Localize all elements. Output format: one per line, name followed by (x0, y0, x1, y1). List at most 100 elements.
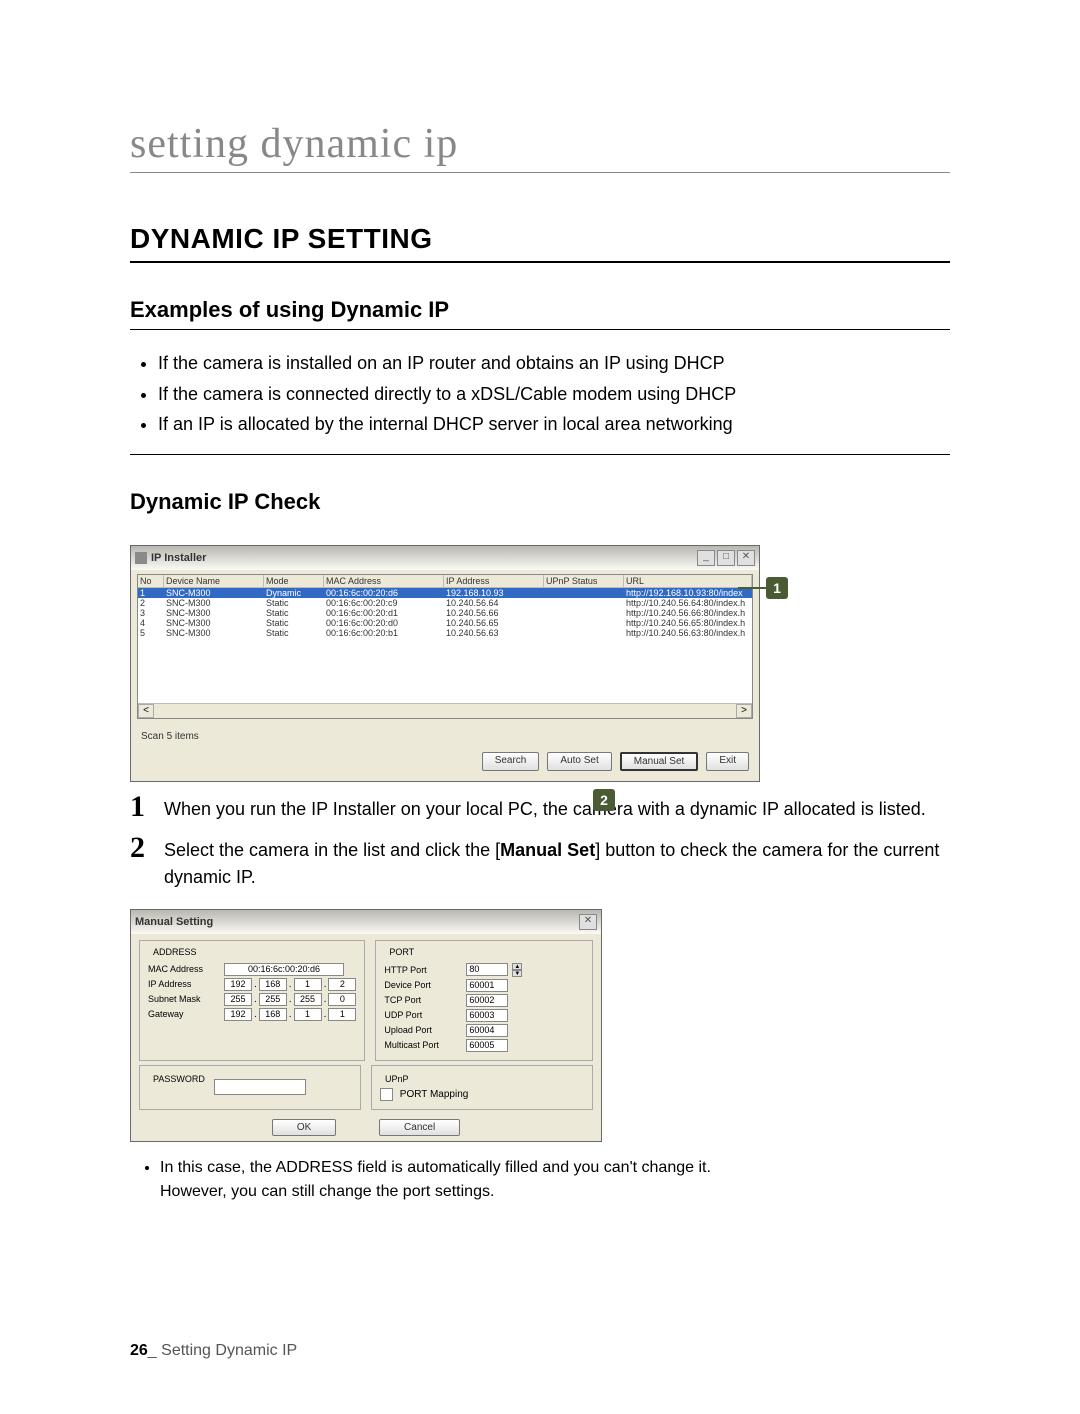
cell-url: http://10.240.56.66:80/index.h (624, 608, 752, 618)
cell-mode: Static (264, 598, 324, 608)
device-port-input[interactable]: 60001 (466, 979, 508, 992)
cell-no: 1 (138, 588, 164, 598)
horizontal-scrollbar[interactable]: < > (138, 703, 752, 718)
col-no[interactable]: No (138, 575, 164, 588)
exit-button[interactable]: Exit (706, 752, 749, 771)
gateway-label: Gateway (148, 1009, 220, 1019)
cell-name: SNC-M300 (164, 598, 264, 608)
udp-port-input[interactable]: 60003 (466, 1009, 508, 1022)
close-icon[interactable]: ✕ (737, 550, 755, 566)
window-title: IP Installer (151, 552, 206, 564)
page-footer: 26_ Setting Dynamic IP (130, 1342, 297, 1360)
port-mapping-checkbox[interactable]: PORT Mapping (380, 1088, 584, 1101)
multicast-port-label: Multicast Port (384, 1040, 462, 1050)
cell-url: http://192.168.10.93:80/index (624, 588, 752, 598)
dynamic-check-heading: Dynamic IP Check (130, 489, 950, 521)
spinner-icon[interactable]: ▲▼ (512, 963, 522, 977)
example-1: If the camera is installed on an IP rout… (158, 348, 950, 379)
search-button[interactable]: Search (482, 752, 540, 771)
http-port-label: HTTP Port (384, 965, 462, 975)
page-number: 26 (130, 1342, 148, 1359)
mac-label: MAC Address (148, 964, 220, 974)
ip-seg[interactable]: 2 (328, 978, 356, 991)
table-row[interactable]: 1 SNC-M300 Dynamic 00:16:6c:00:20:d6 192… (138, 588, 752, 598)
cell-mode: Static (264, 608, 324, 618)
subnet-seg[interactable]: 255 (259, 993, 287, 1006)
cell-no: 2 (138, 598, 164, 608)
close-icon[interactable]: ✕ (579, 914, 597, 930)
cell-url: http://10.240.56.65:80/index.h (624, 618, 752, 628)
app-icon (135, 552, 147, 564)
ip-seg[interactable]: 1 (294, 978, 322, 991)
upload-port-input[interactable]: 60004 (466, 1024, 508, 1037)
auto-set-button[interactable]: Auto Set (547, 752, 611, 771)
manual-set-button[interactable]: Manual Set (620, 752, 699, 771)
callout-badge-2: 2 (593, 789, 615, 811)
scroll-right-icon[interactable]: > (736, 704, 752, 718)
cancel-button[interactable]: Cancel (379, 1119, 460, 1136)
port-mapping-label: PORT Mapping (400, 1089, 469, 1100)
cell-upnp (544, 598, 624, 608)
cell-url: http://10.240.56.64:80/index.h (624, 598, 752, 608)
subnet-seg[interactable]: 255 (294, 993, 322, 1006)
subnet-seg[interactable]: 0 (328, 993, 356, 1006)
cell-name: SNC-M300 (164, 608, 264, 618)
subnet-label: Subnet Mask (148, 994, 220, 1004)
cell-name: SNC-M300 (164, 618, 264, 628)
ip-seg[interactable]: 168 (259, 978, 287, 991)
gateway-seg[interactable]: 192 (224, 1008, 252, 1021)
cell-ip: 10.240.56.63 (444, 628, 544, 638)
minimize-icon[interactable]: _ (697, 550, 715, 566)
cell-ip: 10.240.56.64 (444, 598, 544, 608)
cell-no: 5 (138, 628, 164, 638)
tcp-port-input[interactable]: 60002 (466, 994, 508, 1007)
port-legend: PORT (386, 947, 417, 957)
ok-button[interactable]: OK (272, 1119, 336, 1136)
table-row[interactable]: 3 SNC-M300 Static 00:16:6c:00:20:d1 10.2… (138, 608, 752, 618)
table-row[interactable]: 5 SNC-M300 Static 00:16:6c:00:20:b1 10.2… (138, 628, 752, 638)
titlebar[interactable]: IP Installer _ □ ✕ (131, 546, 759, 570)
table-row[interactable]: 2 SNC-M300 Static 00:16:6c:00:20:c9 10.2… (138, 598, 752, 608)
password-input[interactable] (214, 1079, 306, 1095)
scroll-left-icon[interactable]: < (138, 704, 154, 718)
col-upnp[interactable]: UPnP Status (544, 575, 624, 588)
cell-upnp (544, 618, 624, 628)
examples-list: If the camera is installed on an IP rout… (130, 344, 950, 455)
manual-setting-titlebar[interactable]: Manual Setting ✕ (131, 910, 601, 934)
col-device-name[interactable]: Device Name (164, 575, 264, 588)
gateway-seg[interactable]: 168 (259, 1008, 287, 1021)
table-row[interactable]: 4 SNC-M300 Static 00:16:6c:00:20:d0 10.2… (138, 618, 752, 628)
subnet-seg[interactable]: 255 (224, 993, 252, 1006)
cell-ip: 10.240.56.65 (444, 618, 544, 628)
col-ip[interactable]: IP Address (444, 575, 544, 588)
ip-label: IP Address (148, 979, 220, 989)
http-port-input[interactable]: 80 (466, 963, 508, 976)
subnet-input[interactable]: 255. 255. 255. 0 (224, 993, 356, 1006)
gateway-seg[interactable]: 1 (294, 1008, 322, 1021)
cell-mode: Dynamic (264, 588, 324, 598)
cell-no: 4 (138, 618, 164, 628)
callout-line-1 (738, 587, 768, 589)
mac-value[interactable]: 00:16:6c:00:20:d6 (224, 963, 344, 976)
ip-input[interactable]: 192. 168. 1. 2 (224, 978, 356, 991)
col-mode[interactable]: Mode (264, 575, 324, 588)
tcp-port-label: TCP Port (384, 995, 462, 1005)
cell-mode: Static (264, 628, 324, 638)
example-2: If the camera is connected directly to a… (158, 379, 950, 410)
ip-seg[interactable]: 192 (224, 978, 252, 991)
cell-mac: 00:16:6c:00:20:d6 (324, 588, 444, 598)
upnp-legend: UPnP (382, 1074, 412, 1084)
col-mac[interactable]: MAC Address (324, 575, 444, 588)
ip-installer-window: IP Installer _ □ ✕ No Device Name Mode M… (130, 545, 760, 782)
checkbox-icon[interactable] (380, 1088, 393, 1101)
chapter-title: setting dynamic ip (130, 120, 950, 173)
gateway-seg[interactable]: 1 (328, 1008, 356, 1021)
footer-label: Setting Dynamic IP (161, 1342, 297, 1359)
col-url[interactable]: URL (624, 575, 752, 588)
footer-sep: _ (148, 1342, 161, 1359)
multicast-port-input[interactable]: 60005 (466, 1039, 508, 1052)
gateway-input[interactable]: 192. 168. 1. 1 (224, 1008, 356, 1021)
cell-mac: 00:16:6c:00:20:d0 (324, 618, 444, 628)
maximize-icon[interactable]: □ (717, 550, 735, 566)
udp-port-label: UDP Port (384, 1010, 462, 1020)
